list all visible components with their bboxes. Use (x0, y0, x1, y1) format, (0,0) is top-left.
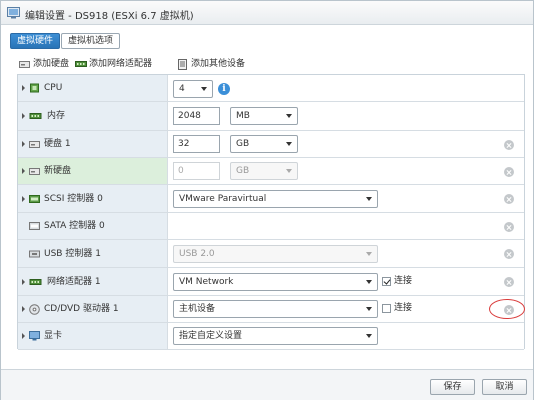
tab-vm-options[interactable]: 虚拟机选项 (61, 33, 121, 49)
hard-disk-icon (19, 61, 30, 68)
device-row-new-disk: 新硬盘 0 GB (18, 158, 524, 185)
remove-device-icon[interactable] (504, 140, 514, 150)
device-row-usb-controller: USB 控制器 1 USB 2.0 (18, 240, 524, 268)
expand-caret-icon[interactable] (22, 333, 25, 339)
device-label: 硬盘 1 (44, 139, 71, 149)
disk-size-input[interactable]: 32 (173, 135, 220, 153)
expand-caret-icon[interactable] (22, 141, 25, 147)
memory-unit-select[interactable]: MB (230, 107, 298, 125)
hard-disk-icon (29, 168, 40, 175)
device-row-scsi-controller: SCSI 控制器 0 VMware Paravirtual (18, 185, 524, 213)
tab-virtual-hardware[interactable]: 虚拟硬件 (10, 33, 61, 49)
cdrom-connect-checkbox[interactable] (382, 304, 391, 313)
highlight-annotation (489, 299, 525, 319)
cdrom-connect-label: 连接 (394, 303, 413, 313)
video-settings-select[interactable]: 指定自定义设置 (173, 327, 378, 345)
add-other-device-label: 添加其他设备 (191, 59, 246, 69)
device-list: CPU 4 i 内存 2048 MB 硬盘 1 32 GB 新硬盘 0 GB S… (17, 74, 525, 350)
dialog-footer: 保存 取消 (1, 369, 533, 400)
title-bar[interactable]: 编辑设置 - DS918 (ESXi 6.7 虚拟机) (1, 1, 533, 25)
device-label: 显卡 (44, 331, 63, 341)
save-button[interactable]: 保存 (430, 379, 475, 395)
toolbar: 添加硬盘 添加网络适配器 添加其他设备 (19, 58, 439, 70)
memory-icon (29, 113, 42, 119)
add-nic-label: 添加网络适配器 (89, 59, 153, 69)
chevron-down-icon (286, 142, 292, 146)
device-label: 新硬盘 (44, 166, 72, 176)
add-disk-label: 添加硬盘 (33, 59, 70, 69)
remove-device-icon[interactable] (504, 249, 514, 259)
remove-device-icon[interactable] (504, 277, 514, 287)
network-select[interactable]: VM Network (173, 273, 378, 291)
cpu-count-select[interactable]: 4 (173, 80, 213, 98)
usb-icon (29, 250, 40, 257)
new-disk-unit-select[interactable]: GB (230, 162, 298, 180)
device-label: CPU (44, 83, 63, 93)
chevron-down-icon (366, 197, 372, 201)
vm-icon (7, 7, 20, 19)
controller-icon (29, 222, 40, 230)
device-row-memory: 内存 2048 MB (18, 102, 524, 131)
device-label: SCSI 控制器 0 (44, 193, 103, 204)
network-card-icon (29, 278, 42, 285)
device-icon (178, 59, 187, 70)
edit-settings-dialog: 编辑设置 - DS918 (ESXi 6.7 虚拟机) 虚拟硬件 虚拟机选项 添… (0, 0, 534, 400)
nic-connect-label: 连接 (394, 276, 413, 286)
chevron-down-icon (366, 252, 372, 256)
device-row-cd-dvd-drive: CD/DVD 驱动器 1 主机设备 连接 (18, 296, 524, 323)
controller-icon (29, 194, 40, 203)
remove-device-icon[interactable] (504, 222, 514, 232)
chevron-down-icon (366, 280, 372, 284)
device-row-video-card: 显卡 指定自定义设置 (18, 323, 524, 350)
device-row-sata-controller: SATA 控制器 0 (18, 213, 524, 240)
device-label: SATA 控制器 0 (44, 221, 105, 231)
hard-disk-icon (29, 141, 40, 148)
info-icon[interactable]: i (218, 83, 230, 95)
expand-caret-icon[interactable] (22, 278, 25, 285)
device-label: CD/DVD 驱动器 1 (44, 304, 119, 314)
cancel-button[interactable]: 取消 (482, 379, 527, 395)
usb-type-select[interactable]: USB 2.0 (173, 245, 378, 263)
device-row-hard-disk-1: 硬盘 1 32 GB (18, 131, 524, 158)
expand-caret-icon[interactable] (22, 195, 25, 202)
device-label: 网络适配器 1 (47, 276, 101, 287)
chevron-down-icon (286, 169, 292, 173)
chevron-down-icon (366, 307, 372, 311)
scsi-type-select[interactable]: VMware Paravirtual (173, 190, 378, 208)
expand-caret-icon[interactable] (22, 306, 25, 312)
chevron-down-icon (366, 334, 372, 338)
chevron-down-icon (201, 87, 207, 91)
nic-connect-checkbox[interactable] (382, 277, 391, 286)
cd-dvd-icon (29, 304, 40, 315)
device-label: USB 控制器 1 (44, 248, 101, 259)
remove-device-icon[interactable] (504, 194, 514, 204)
dialog-title: 编辑设置 - DS918 (ESXi 6.7 虚拟机) (25, 11, 194, 22)
device-label: 内存 (47, 111, 66, 121)
expand-caret-icon[interactable] (22, 113, 25, 119)
expand-caret-icon[interactable] (22, 85, 25, 91)
device-row-cpu: CPU 4 i (18, 75, 524, 102)
network-card-icon (75, 61, 87, 67)
new-disk-size-input[interactable]: 0 (173, 162, 220, 180)
disk-unit-select[interactable]: GB (230, 135, 298, 153)
remove-device-icon[interactable] (504, 167, 514, 177)
memory-size-input[interactable]: 2048 (173, 107, 220, 125)
monitor-icon (29, 331, 40, 341)
chevron-down-icon (286, 114, 292, 118)
expand-caret-icon[interactable] (22, 168, 25, 174)
cdrom-source-select[interactable]: 主机设备 (173, 300, 378, 318)
device-row-network-adapter: 网络适配器 1 VM Network 连接 (18, 268, 524, 296)
cpu-icon (30, 83, 39, 93)
